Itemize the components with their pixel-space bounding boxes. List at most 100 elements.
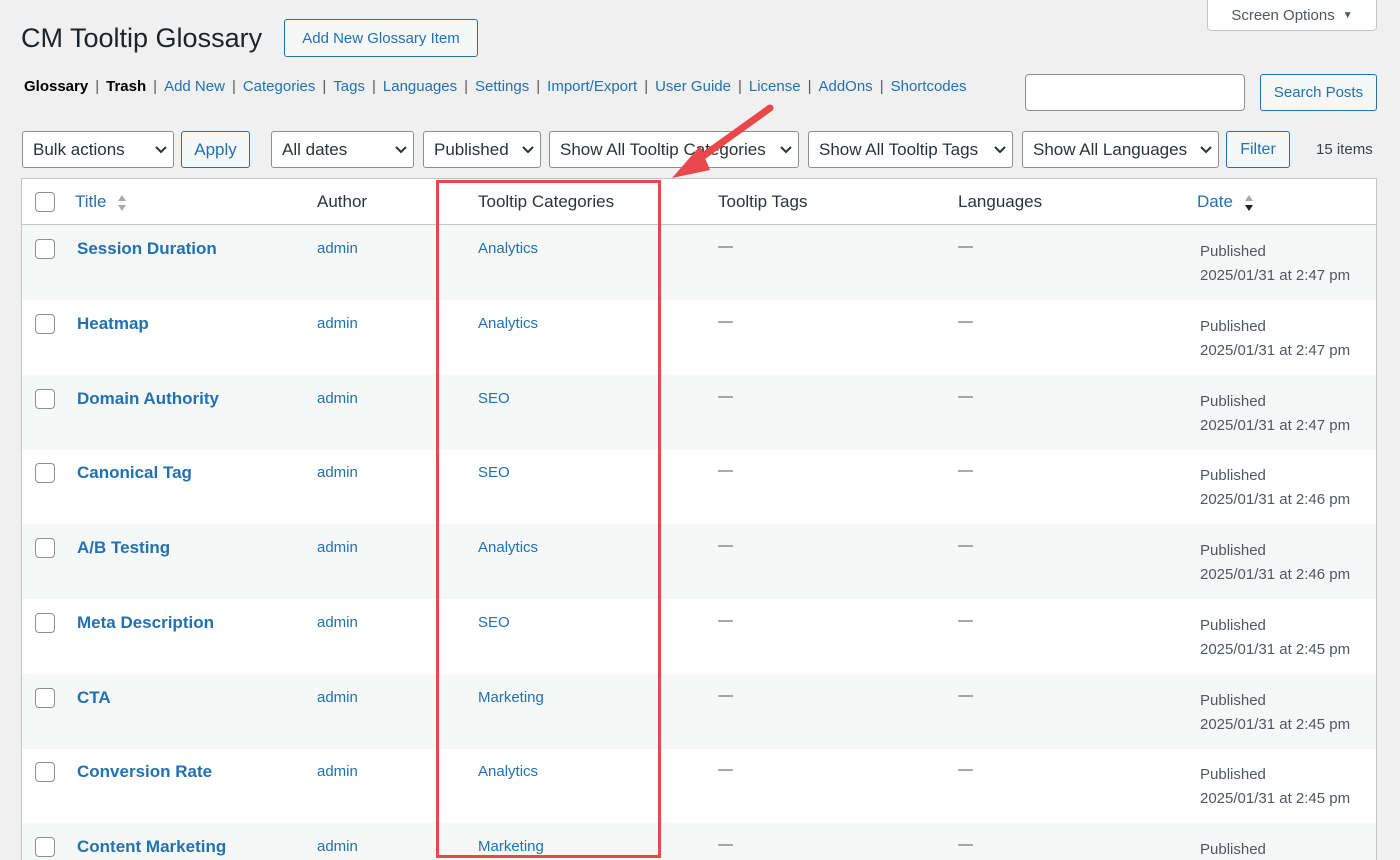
- row-category-link[interactable]: SEO: [478, 390, 510, 407]
- row-date: Published 2025/01/31 at 2:47 pm: [1200, 393, 1351, 434]
- view-trash[interactable]: Trash: [106, 78, 146, 95]
- row-author-link[interactable]: admin: [317, 539, 358, 556]
- row-category-link[interactable]: SEO: [478, 614, 510, 631]
- row-checkbox[interactable]: [35, 837, 55, 857]
- row-title-link[interactable]: Content Marketing: [77, 837, 226, 857]
- row-category-link[interactable]: Marketing: [478, 838, 544, 855]
- row-checkbox[interactable]: [35, 613, 55, 633]
- row-checkbox[interactable]: [35, 463, 55, 483]
- column-date[interactable]: Date: [1197, 192, 1254, 212]
- row-author-link[interactable]: admin: [317, 763, 358, 780]
- view-license[interactable]: License: [749, 78, 801, 95]
- search-posts-button[interactable]: Search Posts: [1260, 74, 1377, 111]
- row-checkbox[interactable]: [35, 389, 55, 409]
- row-author-link[interactable]: admin: [317, 390, 358, 407]
- row-author-link[interactable]: admin: [317, 240, 358, 257]
- status-value: Published: [434, 139, 509, 159]
- status-select[interactable]: Published: [423, 131, 541, 168]
- row-category-link[interactable]: Analytics: [478, 763, 538, 780]
- row-checkbox[interactable]: [35, 239, 55, 259]
- column-tooltip-categories: Tooltip Categories: [478, 192, 615, 211]
- table-row: A/B Testing admin Analytics — — Publishe…: [22, 524, 1376, 599]
- row-title-link[interactable]: Conversion Rate: [77, 762, 212, 782]
- add-new-glossary-item-button[interactable]: Add New Glossary Item: [284, 19, 478, 57]
- row-author-link[interactable]: admin: [317, 464, 358, 481]
- row-tags: —: [718, 388, 733, 405]
- bulk-actions-value: Bulk actions: [33, 139, 125, 159]
- row-title-link[interactable]: Canonical Tag: [77, 463, 192, 483]
- languages-select[interactable]: Show All Languages: [1022, 131, 1219, 168]
- view-links: Glossary | Trash | Add New | Categories | Ta…: [24, 78, 967, 95]
- languages-value: Show All Languages: [1033, 139, 1188, 159]
- row-title-link[interactable]: Session Duration: [77, 239, 217, 259]
- row-author-link[interactable]: admin: [317, 838, 358, 855]
- row-tags: —: [718, 761, 733, 778]
- bulk-actions-select[interactable]: Bulk actions: [22, 131, 174, 168]
- row-title-link[interactable]: Heatmap: [77, 314, 149, 334]
- search-input[interactable]: [1025, 74, 1245, 111]
- row-checkbox[interactable]: [35, 314, 55, 334]
- tooltip-tags-select[interactable]: Show All Tooltip Tags: [808, 131, 1013, 168]
- row-tags: —: [718, 462, 733, 479]
- row-checkbox[interactable]: [35, 538, 55, 558]
- row-languages: —: [958, 612, 973, 629]
- chevron-down-icon: [516, 145, 540, 155]
- row-tags: —: [718, 836, 733, 853]
- table-row: Domain Authority admin SEO — — Published…: [22, 375, 1376, 450]
- row-date: Published 2025/01/31 at 2:47 pm: [1200, 243, 1351, 284]
- view-tags[interactable]: Tags: [333, 78, 365, 95]
- view-addons[interactable]: AddOns: [818, 78, 872, 95]
- view-add-new[interactable]: Add New: [164, 78, 225, 95]
- row-title-link[interactable]: A/B Testing: [77, 538, 170, 558]
- view-import-export[interactable]: Import/Export: [547, 78, 637, 95]
- page-title: CM Tooltip Glossary: [21, 23, 263, 53]
- screen-options-button[interactable]: Screen Options ▼: [1207, 0, 1377, 31]
- row-category-link[interactable]: SEO: [478, 464, 510, 481]
- row-languages: —: [958, 687, 973, 704]
- column-tooltip-tags: Tooltip Tags: [718, 192, 808, 211]
- row-date: Published 2025/01/31 at 2:45 pm: [1200, 617, 1351, 658]
- column-author: Author: [317, 192, 368, 211]
- view-categories[interactable]: Categories: [243, 78, 316, 95]
- row-tags: —: [718, 687, 733, 704]
- row-title-link[interactable]: Meta Description: [77, 613, 214, 633]
- row-title-link[interactable]: Domain Authority: [77, 389, 219, 409]
- tooltip-categories-value: Show All Tooltip Categories: [560, 139, 766, 159]
- row-author-link[interactable]: admin: [317, 689, 358, 706]
- table-row: Conversion Rate admin Analytics — — Publ…: [22, 748, 1376, 823]
- screen-options-label: Screen Options: [1231, 6, 1335, 24]
- view-user-guide[interactable]: User Guide: [655, 78, 731, 95]
- view-glossary[interactable]: Glossary: [24, 78, 88, 95]
- row-checkbox[interactable]: [35, 688, 55, 708]
- row-date: Published 2025/01/31 at 2:46 pm: [1200, 467, 1351, 508]
- table-row: Heatmap admin Analytics — — Published 202…: [22, 300, 1376, 375]
- apply-button[interactable]: Apply: [181, 131, 250, 168]
- view-settings[interactable]: Settings: [475, 78, 529, 95]
- row-category-link[interactable]: Analytics: [478, 240, 538, 257]
- row-tags: —: [718, 313, 733, 330]
- view-shortcodes[interactable]: Shortcodes: [891, 78, 967, 95]
- column-languages: Languages: [958, 192, 1043, 211]
- row-author-link[interactable]: admin: [317, 614, 358, 631]
- row-title-link[interactable]: CTA: [77, 688, 111, 708]
- row-date: Published 2025/01/31 at 2:45 pm: [1200, 766, 1351, 807]
- filter-button[interactable]: Filter: [1226, 131, 1290, 168]
- tooltip-categories-select[interactable]: Show All Tooltip Categories: [549, 131, 799, 168]
- view-languages[interactable]: Languages: [383, 78, 457, 95]
- chevron-down-icon: [774, 145, 798, 155]
- row-category-link[interactable]: Analytics: [478, 539, 538, 556]
- row-tags: —: [718, 238, 733, 255]
- sort-icon: [1244, 194, 1253, 211]
- row-date: Published 2025/01/31 at 2:47 pm: [1200, 318, 1351, 359]
- row-checkbox[interactable]: [35, 762, 55, 782]
- row-languages: —: [958, 462, 973, 479]
- row-category-link[interactable]: Marketing: [478, 689, 544, 706]
- select-all-checkbox[interactable]: [35, 192, 55, 212]
- row-category-link[interactable]: Analytics: [478, 315, 538, 332]
- items-count: 15 items: [1316, 141, 1373, 158]
- row-author-link[interactable]: admin: [317, 315, 358, 332]
- table-row: Content Marketing admin Marketing — — Pu…: [22, 823, 1376, 860]
- dates-select[interactable]: All dates: [271, 131, 414, 168]
- row-languages: —: [958, 537, 973, 554]
- column-title[interactable]: Title: [75, 192, 127, 212]
